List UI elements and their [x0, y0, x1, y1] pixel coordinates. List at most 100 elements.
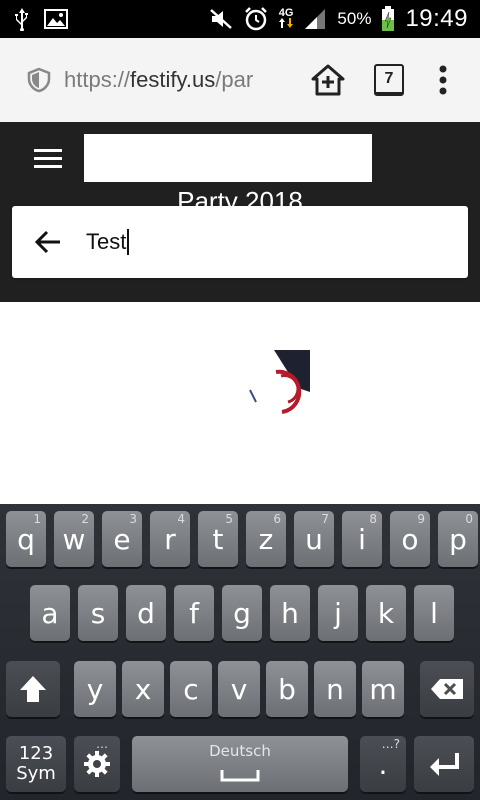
key-a[interactable]: a: [30, 585, 70, 641]
url-host: festify.us: [130, 67, 216, 92]
url-field[interactable]: https://festify.us/par: [64, 67, 294, 93]
battery-percent: 50%: [337, 9, 372, 28]
data-network-icon: 4G: [279, 8, 293, 30]
key-hint: 6: [273, 512, 281, 526]
key-r[interactable]: r4: [150, 511, 190, 567]
key-hint: 7: [321, 512, 329, 526]
key-i[interactable]: i8: [342, 511, 382, 567]
key-label: g: [233, 596, 251, 630]
key-c[interactable]: c: [170, 661, 212, 717]
clock: 19:49: [405, 5, 468, 32]
key-o[interactable]: o9: [390, 511, 430, 567]
key-j[interactable]: j: [318, 585, 358, 641]
key-hint: 4: [177, 512, 185, 526]
key-t[interactable]: t5: [198, 511, 238, 567]
page-header: Party 2018 Test: [0, 122, 480, 302]
key-label: f: [189, 596, 199, 630]
add-to-home-icon[interactable]: [310, 62, 346, 98]
url-path: /par: [215, 67, 254, 92]
key-hint: 3: [129, 512, 137, 526]
key-f[interactable]: f: [174, 585, 214, 641]
key-w[interactable]: w2: [54, 511, 94, 567]
key-g[interactable]: g: [222, 585, 262, 641]
key-hint: 8: [369, 512, 377, 526]
key-k[interactable]: k: [366, 585, 406, 641]
space-icon: [220, 770, 260, 782]
period-key[interactable]: …? .: [360, 736, 406, 792]
key-label: j: [334, 596, 342, 630]
enter-key[interactable]: [414, 736, 474, 792]
hamburger-menu-icon[interactable]: [34, 149, 62, 169]
shift-key[interactable]: [6, 661, 60, 717]
loading-spinner-icon: [248, 350, 310, 416]
backspace-key[interactable]: [420, 661, 474, 717]
key-d[interactable]: d: [126, 585, 166, 641]
key-label: b: [278, 672, 296, 706]
key-label: t: [212, 522, 224, 556]
key-label: s: [90, 596, 106, 630]
key-m[interactable]: m: [362, 661, 404, 717]
key-hint: 5: [225, 512, 233, 526]
key-label: i: [358, 522, 366, 556]
symbols-key-label-2: Sym: [16, 763, 56, 784]
party-title: Party 2018: [177, 186, 303, 206]
battery-charging-icon: [381, 6, 395, 32]
key-s[interactable]: s: [78, 585, 118, 641]
key-label: r: [164, 522, 176, 556]
search-input[interactable]: Test: [86, 229, 130, 255]
key-hint: 1: [33, 512, 41, 526]
key-b[interactable]: b: [266, 661, 308, 717]
key-y[interactable]: y: [74, 661, 116, 717]
overflow-menu-icon[interactable]: [438, 65, 448, 95]
symbols-key[interactable]: 123 Sym: [6, 736, 66, 792]
key-label: w: [62, 522, 86, 556]
key-label: e: [113, 522, 131, 556]
shield-icon[interactable]: [26, 67, 52, 93]
key-label: h: [281, 596, 299, 630]
key-label: q: [17, 522, 35, 556]
key-x[interactable]: x: [122, 661, 164, 717]
key-z[interactable]: z6: [246, 511, 286, 567]
back-arrow-icon[interactable]: [34, 228, 62, 256]
key-q[interactable]: q1: [6, 511, 46, 567]
key-l[interactable]: l: [414, 585, 454, 641]
key-label: a: [41, 596, 59, 630]
space-key[interactable]: Deutsch: [132, 736, 348, 792]
key-n[interactable]: n: [314, 661, 356, 717]
key-label: n: [326, 672, 344, 706]
key-h[interactable]: h: [270, 585, 310, 641]
url-scheme: https://: [64, 67, 131, 92]
key-u[interactable]: u7: [294, 511, 334, 567]
key-p[interactable]: p0: [438, 511, 478, 567]
key-label: l: [430, 596, 438, 630]
image-icon: [44, 9, 68, 29]
enter-icon: [430, 753, 459, 776]
header-logo-area: [84, 134, 372, 182]
soft-keyboard: q1w2e3r4t5z6u7i8o9p0 asdfghjkl yxcvbnm 1…: [0, 504, 480, 800]
status-bar: 4G 50% 19:49: [0, 0, 480, 38]
space-key-label: Deutsch: [209, 742, 271, 760]
key-label: d: [137, 596, 155, 630]
tabs-button[interactable]: 7: [374, 64, 404, 96]
key-hint: 2: [81, 512, 89, 526]
key-label: m: [369, 672, 397, 706]
shift-icon: [20, 676, 46, 702]
key-hint: 9: [417, 512, 425, 526]
settings-key[interactable]: …: [74, 736, 120, 792]
browser-toolbar: https://festify.us/par 7: [0, 38, 480, 123]
key-label: x: [134, 672, 152, 706]
key-label: k: [377, 596, 395, 630]
alarm-icon: [243, 6, 269, 32]
backspace-icon: [431, 679, 463, 699]
key-label: z: [258, 522, 274, 556]
usb-icon: [14, 7, 30, 31]
gear-icon: [84, 751, 110, 777]
key-e[interactable]: e3: [102, 511, 142, 567]
key-label: v: [230, 672, 248, 706]
key-label: p: [449, 522, 467, 556]
key-label: c: [183, 672, 199, 706]
key-v[interactable]: v: [218, 661, 260, 717]
key-label: y: [86, 672, 104, 706]
search-bar: Test: [12, 206, 468, 278]
period-key-hint: …?: [381, 737, 400, 751]
